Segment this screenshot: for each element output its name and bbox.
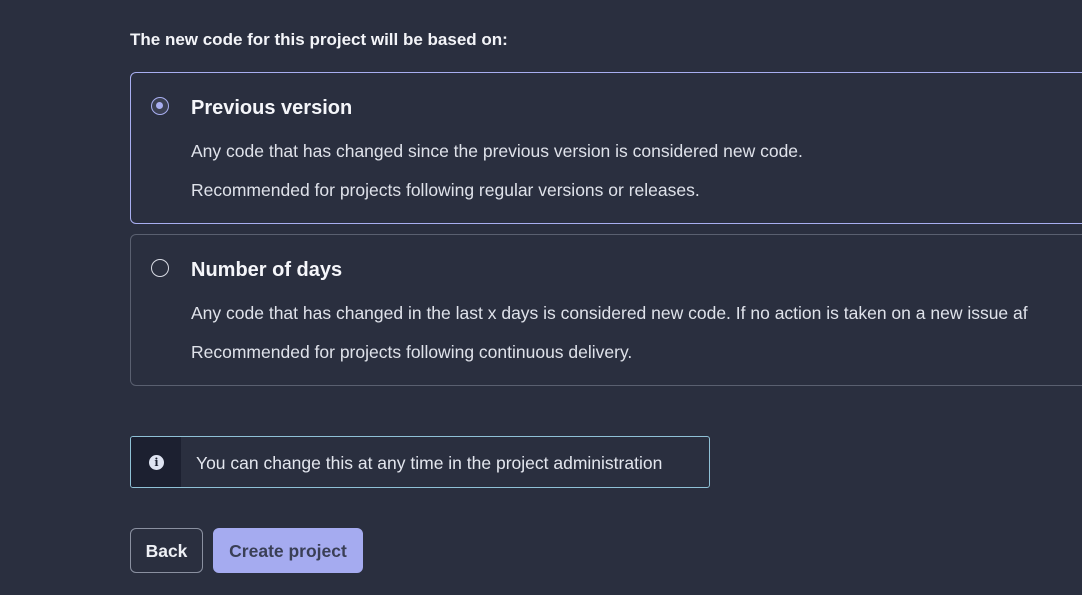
info-icon: i: [149, 455, 164, 470]
option-number-of-days[interactable]: Number of days Any code that has changed…: [130, 234, 1082, 386]
info-message: i You can change this at any time in the…: [130, 436, 710, 488]
option-recommendation: Recommended for projects following regul…: [191, 180, 700, 200]
radio-previous-version[interactable]: [151, 97, 169, 115]
back-button[interactable]: Back: [130, 528, 203, 573]
info-icon-container: i: [131, 437, 181, 487]
create-project-button[interactable]: Create project: [213, 528, 363, 573]
form-heading: The new code for this project will be ba…: [130, 30, 508, 49]
option-title: Number of days: [191, 259, 343, 281]
info-message-text: You can change this at any time in the p…: [196, 453, 663, 473]
radio-number-of-days[interactable]: [151, 259, 169, 277]
option-title: Previous version: [191, 97, 353, 119]
option-previous-version[interactable]: Previous version Any code that has chang…: [130, 72, 1082, 224]
option-recommendation: Recommended for projects following conti…: [191, 342, 633, 362]
option-description: Any code that has changed in the last x …: [191, 303, 1028, 323]
option-description: Any code that has changed since the prev…: [191, 141, 803, 161]
